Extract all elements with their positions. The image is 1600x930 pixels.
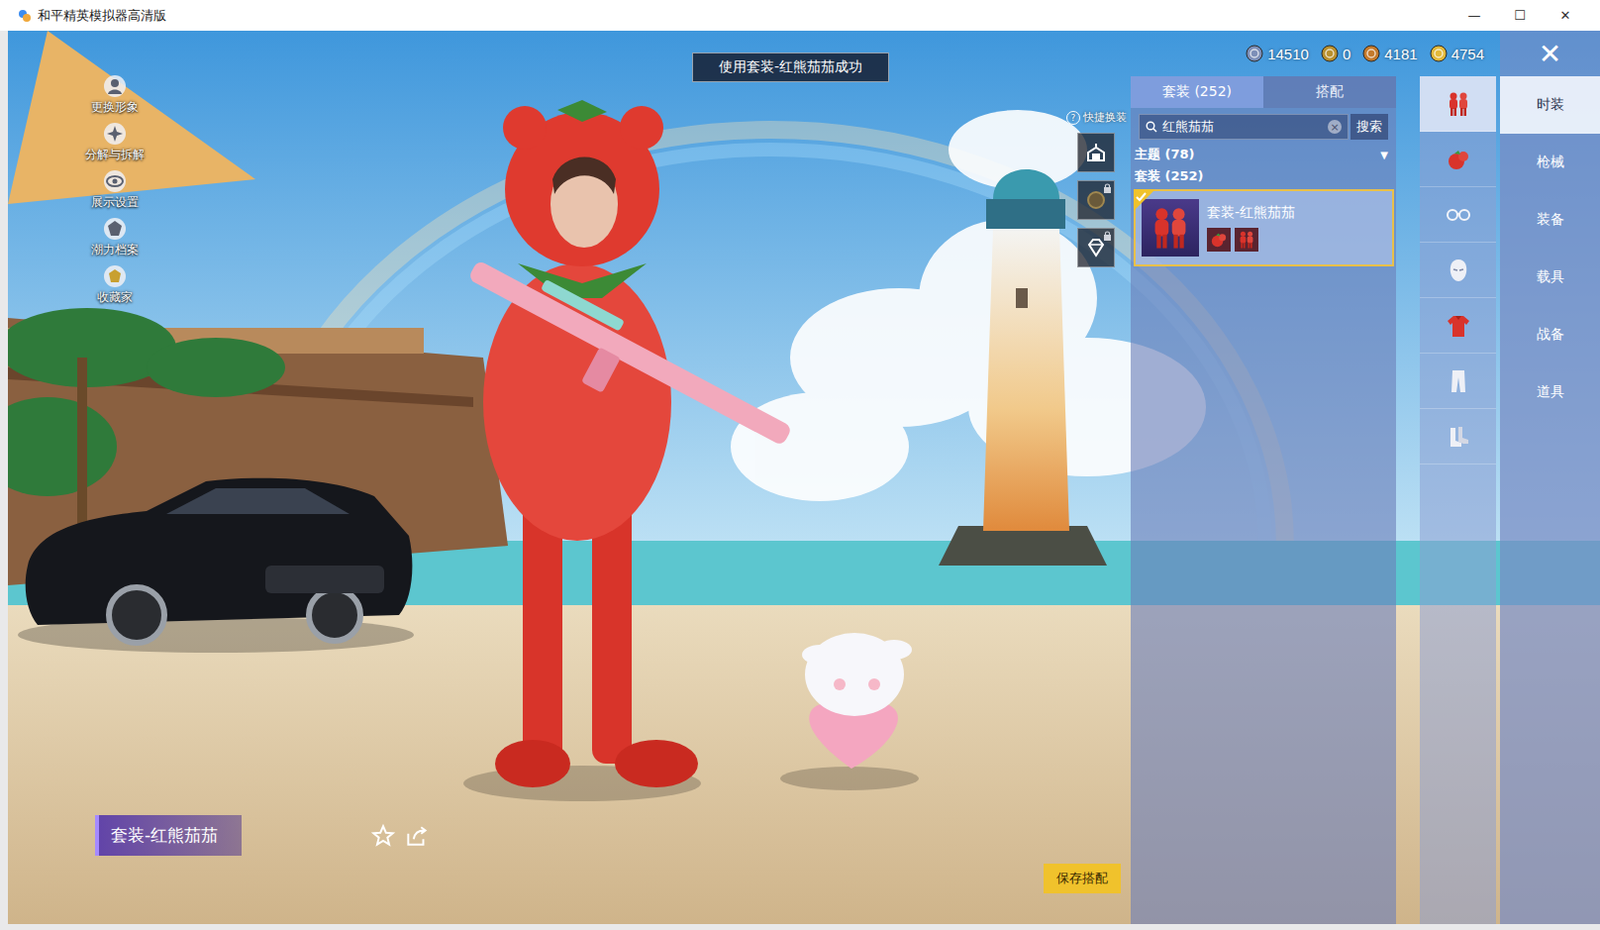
title-bar: 和平精英模拟器高清版 —☐✕ <box>0 0 1600 31</box>
hat-icon <box>1444 145 1473 174</box>
equipped-check-icon <box>1133 189 1156 211</box>
currency-item: 0 <box>1320 44 1351 63</box>
window-control-button[interactable]: ☐ <box>1497 0 1543 31</box>
save-outfit-button[interactable]: 保存搭配 <box>1043 863 1121 894</box>
quick-change-button[interactable] <box>1077 227 1115 268</box>
side-menu-item[interactable]: 分解与拆解 <box>77 121 153 164</box>
decompose-icon <box>102 121 127 146</box>
window-control-button[interactable]: — <box>1451 0 1498 31</box>
coin-icon <box>1245 44 1264 63</box>
nav-tab[interactable]: 载具 <box>1500 248 1600 306</box>
share-icon[interactable] <box>403 822 430 849</box>
avatar-icon <box>102 74 127 99</box>
bunny-pet <box>780 632 919 791</box>
hat-icon <box>1208 229 1229 250</box>
quick-change-button[interactable] <box>1077 180 1115 220</box>
side-menu-item[interactable]: 展示设置 <box>77 169 153 211</box>
side-menu-item[interactable]: 收藏家 <box>77 264 153 306</box>
coin-icon <box>1429 44 1448 63</box>
currency-bar: 14510 0 4181 4754 <box>1130 30 1499 77</box>
suit-icon <box>1444 90 1473 118</box>
wardrobe-icon <box>1084 140 1108 165</box>
lock-icon <box>1102 183 1112 194</box>
currency-item: 4754 <box>1429 44 1485 63</box>
outfit-name-plate: 套装-红熊茄茄 <box>95 814 242 856</box>
suit-icon <box>1146 203 1195 252</box>
window-title: 和平精英模拟器高清版 <box>37 6 167 25</box>
window-control-button[interactable]: ✕ <box>1542 0 1589 31</box>
category-tab[interactable] <box>1419 408 1497 465</box>
pants-icon <box>1444 367 1473 396</box>
mask-icon <box>1444 256 1473 285</box>
help-button[interactable]: ? <box>1066 110 1081 125</box>
wardrobe-panel: 套装 (252)搭配 红熊茄茄 × 搜索 主题 (78) ▼ 套装 (252) … <box>1130 76 1397 924</box>
category-tab[interactable] <box>1419 187 1497 243</box>
panel-tab[interactable]: 套装 (252) <box>1130 76 1264 108</box>
coin-icon <box>1362 44 1381 63</box>
theme-filter[interactable]: 主题 (78) ▼ <box>1130 143 1397 166</box>
currency-item: 14510 <box>1245 44 1309 63</box>
game-viewport: 更换形象 分解与拆解 展示设置 潮力档案 收藏家 套装-红熊茄茄 使用套装-红熊… <box>7 30 1600 924</box>
emulator-window: 和平精英模拟器高清版 —☐✕ 更换形象 分解与拆解 展示设置 潮力档案 收藏家 … <box>0 0 1600 930</box>
ship <box>7 30 508 586</box>
nav-tab[interactable]: 时装 <box>1500 76 1600 134</box>
profile-icon <box>102 216 127 241</box>
nav-tab[interactable]: 装备 <box>1500 191 1600 249</box>
clear-search-button[interactable]: × <box>1327 119 1342 134</box>
quick-change: ? 快捷换装 <box>1047 109 1131 268</box>
search-button[interactable]: 搜索 <box>1350 113 1389 140</box>
display-icon <box>102 169 127 194</box>
shoes-icon <box>1444 422 1473 451</box>
glasses-icon <box>1444 200 1473 229</box>
side-menu-item[interactable]: 更换形象 <box>77 74 153 116</box>
app-logo-icon <box>17 8 32 23</box>
side-menu-item[interactable]: 潮力档案 <box>77 216 153 259</box>
lock-icon <box>1102 230 1112 241</box>
outfit-part <box>1234 227 1259 252</box>
nav-tab[interactable]: 战备 <box>1500 305 1600 364</box>
side-menu: 更换形象 分解与拆解 展示设置 潮力档案 收藏家 <box>7 74 424 306</box>
category-tab[interactable] <box>1419 298 1497 354</box>
search-field[interactable]: 红熊茄茄 × <box>1138 113 1349 140</box>
suit-icon <box>1236 229 1257 250</box>
category-tab[interactable] <box>1419 76 1497 132</box>
toast-message: 使用套装-红熊茄茄成功 <box>692 52 890 83</box>
outfit-part <box>1206 227 1231 252</box>
quick-change-button[interactable] <box>1077 132 1115 173</box>
favorite-star-icon[interactable] <box>370 822 397 849</box>
search-icon <box>1145 120 1158 133</box>
category-tab[interactable] <box>1419 242 1497 299</box>
coin-icon <box>1320 44 1339 63</box>
collector-icon <box>102 264 127 289</box>
car <box>17 478 414 653</box>
currency-item: 4181 <box>1362 44 1417 63</box>
category-tab[interactable] <box>1419 131 1497 188</box>
category-column <box>1419 76 1497 924</box>
rifle <box>450 246 800 480</box>
category-tab[interactable] <box>1419 353 1497 409</box>
top-icon <box>1444 311 1473 340</box>
close-button[interactable]: ✕ <box>1500 30 1600 77</box>
nav-tab[interactable]: 枪械 <box>1500 133 1600 192</box>
nav-tab[interactable]: 道具 <box>1500 363 1600 421</box>
character <box>463 100 701 801</box>
section-heading: 套装 (252) <box>1130 165 1397 188</box>
panel-tab[interactable]: 搭配 <box>1263 76 1397 108</box>
outfit-card[interactable]: 套装-红熊茄茄 <box>1133 189 1395 267</box>
outfit-thumbnail <box>1141 199 1200 257</box>
